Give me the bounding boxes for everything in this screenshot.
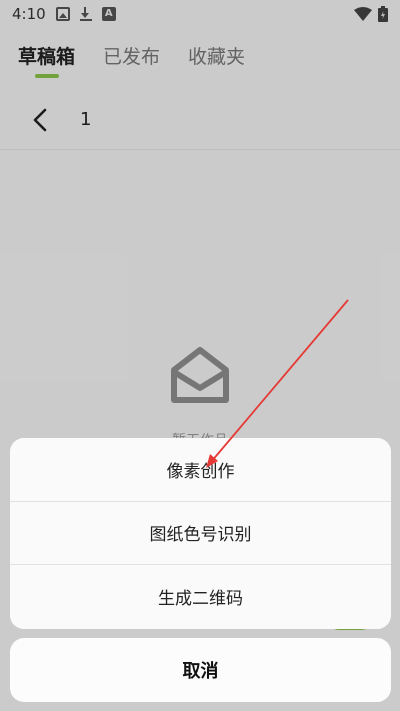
generate-qrcode-option[interactable]: 生成二维码 [10,565,391,629]
pixel-create-option[interactable]: 像素创作 [10,438,391,502]
cancel-button[interactable]: 取消 [10,638,391,702]
pattern-color-recognition-option[interactable]: 图纸色号识别 [10,501,391,566]
action-sheet: 像素创作 图纸色号识别 生成二维码 [10,438,391,629]
